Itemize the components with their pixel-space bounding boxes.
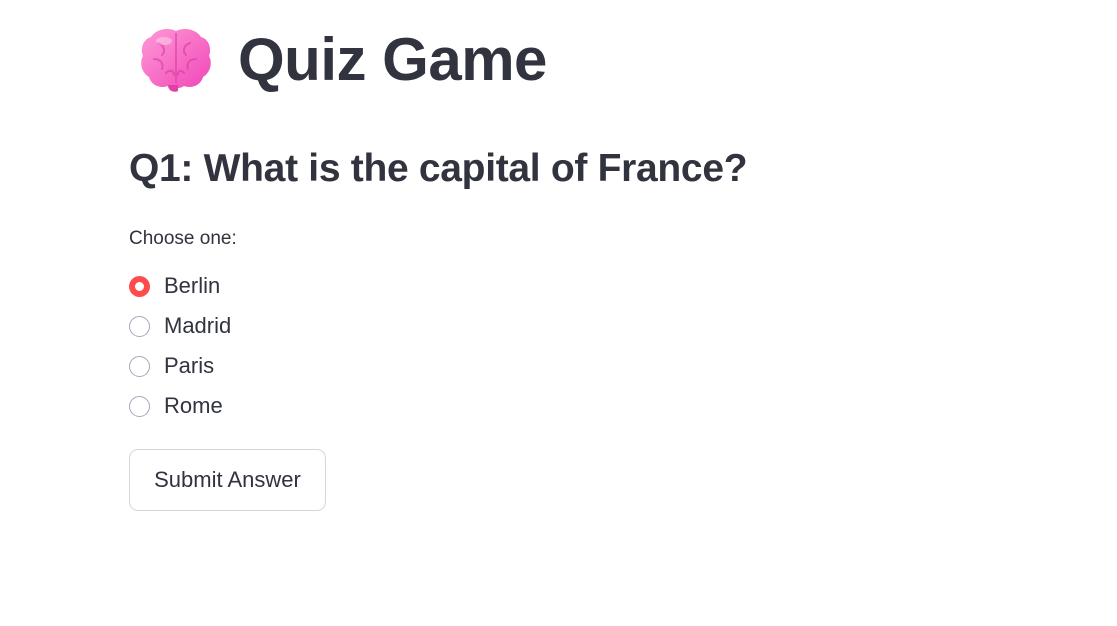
radio-option-label: Madrid — [164, 313, 232, 338]
page-title: Quiz Game — [238, 26, 547, 93]
radio-option-label: Rome — [164, 393, 223, 418]
app-page: Quiz Game Q1: What is the capital of Fra… — [0, 0, 1117, 626]
radio-option-berlin[interactable]: Berlin — [129, 266, 231, 306]
radio-option-label: Berlin — [164, 273, 221, 298]
radio-option-rome[interactable]: Rome — [129, 386, 231, 426]
radio-option-label: Paris — [164, 353, 215, 378]
radio-button[interactable] — [129, 355, 150, 377]
title-row: Quiz Game — [138, 20, 547, 100]
radio-option-madrid[interactable]: Madrid — [129, 306, 231, 346]
radio-group-label: Choose one: — [129, 228, 237, 249]
radio-option-paris[interactable]: Paris — [129, 346, 231, 386]
submit-answer-button[interactable]: Submit Answer — [129, 449, 326, 511]
answer-radio-group: Berlin Madrid Paris Rome — [129, 266, 231, 426]
radio-button[interactable] — [129, 395, 150, 417]
question-heading: Q1: What is the capital of France? — [129, 147, 748, 190]
brain-icon — [141, 29, 211, 92]
radio-button-selected[interactable] — [129, 275, 150, 297]
radio-button[interactable] — [129, 315, 150, 337]
